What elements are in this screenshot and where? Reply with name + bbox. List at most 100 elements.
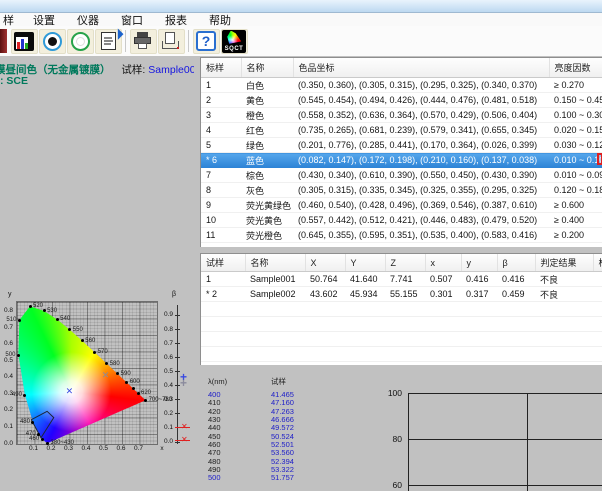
beta-axis-label: β [172, 291, 176, 298]
column-header[interactable]: 标样 [593, 254, 602, 272]
empty-row [201, 243, 602, 248]
wavelength-label: 540 [60, 316, 70, 322]
x-tick: 0.6 [114, 445, 128, 452]
table-row[interactable]: 9荧光黄绿色(0.460, 0.540), (0.428, 0.496), (0… [201, 198, 602, 213]
wavelength-label: 580 [110, 361, 120, 367]
column-header[interactable]: β [497, 254, 535, 272]
column-header[interactable]: Y [345, 254, 385, 272]
application-window: 样设置仪器窗口报表帮助 ? SQCT [0, 0, 602, 491]
table-row[interactable]: 7棕色(0.430, 0.340), (0.610, 0.390), (0.55… [201, 168, 602, 183]
beta-scale: β 0.90.80.70.60.50.40.30.20.10.0++✕✕ [156, 290, 194, 455]
sample-column-header: 试样 [271, 377, 286, 386]
sample-marker: ✕ [66, 387, 74, 396]
question-mark-icon: ? [196, 31, 216, 51]
beta-tick-label: 0.2 [156, 410, 173, 417]
table-row[interactable]: 10荧光黄色(0.557, 0.442), (0.512, 0.421), (0… [201, 213, 602, 228]
wavelength-label: 550 [73, 327, 83, 333]
beta-tick-label: 0.6 [156, 354, 173, 361]
cie-chromaticity-diagram: 380~430460470480490500510520530540550560… [16, 301, 158, 445]
print-button[interactable] [130, 29, 157, 54]
wavelength-label: 620 [141, 390, 151, 396]
spectral-reflectance-chart [408, 393, 602, 491]
table-row[interactable]: 3橙色(0.558, 0.352), (0.636, 0.364), (0.57… [201, 108, 602, 123]
clipped-red-highlight [597, 153, 602, 165]
toolbar-separator [125, 30, 126, 52]
toolbar-separator [188, 30, 189, 52]
x-tick: 0.7 [132, 445, 146, 452]
measurement-mode-text: : SCE [0, 75, 28, 87]
wavelength-label: 520 [33, 303, 43, 309]
table-row[interactable]: * 6蓝色(0.082, 0.147), (0.172, 0.198), (0.… [201, 153, 602, 168]
report-export-button[interactable] [95, 29, 122, 54]
column-header[interactable]: 试样 [201, 254, 245, 272]
y-tick: 0.1 [0, 423, 13, 430]
locus-point [17, 354, 20, 357]
document-arrow-icon [101, 32, 116, 50]
wavelength-label: 530 [47, 308, 57, 314]
sqct-about-button[interactable]: SQCT [221, 29, 248, 54]
table-row[interactable]: * 2Sample00243.60245.93455.1550.3010.317… [201, 287, 602, 302]
y-tick: 0.2 [0, 406, 13, 413]
column-header[interactable]: Z [385, 254, 425, 272]
bar-chart-icon [14, 32, 34, 51]
beta-tolerance-marker: ✕ [181, 423, 188, 431]
table-row[interactable]: 4红色(0.735, 0.265), (0.681, 0.239), (0.57… [201, 123, 602, 138]
wavelength-label: 470 [26, 431, 36, 437]
spectral-row: 50051.757 [208, 474, 378, 482]
column-header[interactable]: 标样 [201, 58, 241, 78]
table-row[interactable]: 8灰色(0.305, 0.315), (0.335, 0.345), (0.32… [201, 183, 602, 198]
column-header[interactable]: x [425, 254, 461, 272]
measure-standard-button[interactable] [39, 29, 66, 54]
gridline-60 [409, 485, 602, 486]
column-header[interactable]: 名称 [245, 254, 305, 272]
x-tick: 0.2 [44, 445, 58, 452]
empty-row [201, 302, 602, 317]
column-header[interactable]: 亮度因数 [549, 58, 602, 78]
clipped-toolbar-icon[interactable] [0, 29, 7, 53]
standards-table: 标样名称色品坐标亮度因数 1白色(0.350, 0.360), (0.305, … [200, 57, 602, 247]
beta-tick [175, 442, 180, 443]
menu-bar: 样设置仪器窗口报表帮助 [0, 13, 602, 26]
y-tick: 0.7 [0, 324, 13, 331]
column-header[interactable]: 色品坐标 [293, 58, 549, 78]
color-chart-button[interactable] [11, 29, 38, 54]
table-row[interactable]: 5绿色(0.201, 0.776), (0.285, 0.441), (0.17… [201, 138, 602, 153]
table-row[interactable]: 1Sample00150.76441.6407.7410.5070.4160.4… [201, 272, 602, 287]
column-header[interactable]: 判定结果 [535, 254, 593, 272]
wavelength-label: 600 [130, 379, 140, 385]
locus-point [29, 305, 32, 308]
beta-tick-label: 0.5 [156, 368, 173, 375]
table-row[interactable]: 1白色(0.350, 0.360), (0.305, 0.315), (0.29… [201, 78, 602, 93]
chart-y-axis-ticks: 1008060 [380, 384, 404, 491]
toolbar: ? SQCT [0, 26, 602, 57]
beta-tick-label: 0.7 [156, 340, 173, 347]
chart-y-tick: 60 [380, 480, 402, 490]
print-preview-button[interactable] [158, 29, 185, 54]
chart-y-tick: 100 [380, 388, 402, 398]
wavelength-label: 480 [20, 419, 30, 425]
beta-tick [175, 329, 180, 330]
standard-description: 膜昼间色（无金属镀膜） 试样: Sample002 [0, 62, 201, 77]
table-row[interactable]: 2黄色(0.545, 0.454), (0.494, 0.426), (0.44… [201, 93, 602, 108]
beta-tick-label: 0.0 [156, 438, 173, 445]
printer-icon [133, 32, 153, 50]
x-tick: 0.4 [79, 445, 93, 452]
print-preview-icon [161, 32, 181, 50]
x-tick: 0.5 [97, 445, 111, 452]
column-header[interactable]: 名称 [241, 58, 293, 78]
beta-tick-label: 0.1 [156, 424, 173, 431]
spectral-data-list: λ(nm)试样 40041.46541047.16042047.26343046… [208, 378, 378, 491]
measure-sample-button[interactable] [67, 29, 94, 54]
beta-tick [175, 413, 180, 414]
wavelength-label: 560 [85, 338, 95, 344]
locus-point [144, 399, 147, 402]
spectral-rows: 40041.46541047.16042047.26343046.6664404… [208, 391, 378, 483]
column-header[interactable]: y [461, 254, 497, 272]
help-button[interactable]: ? [193, 29, 220, 54]
y-tick: 0.8 [0, 307, 13, 314]
y-tick: 0.4 [0, 373, 13, 380]
sample-marker: ✕ [102, 371, 110, 380]
table-row[interactable]: 11荧光橙色(0.645, 0.355), (0.595, 0.351), (0… [201, 228, 602, 243]
beta-tick-label: 0.8 [156, 326, 173, 333]
column-header[interactable]: X [305, 254, 345, 272]
